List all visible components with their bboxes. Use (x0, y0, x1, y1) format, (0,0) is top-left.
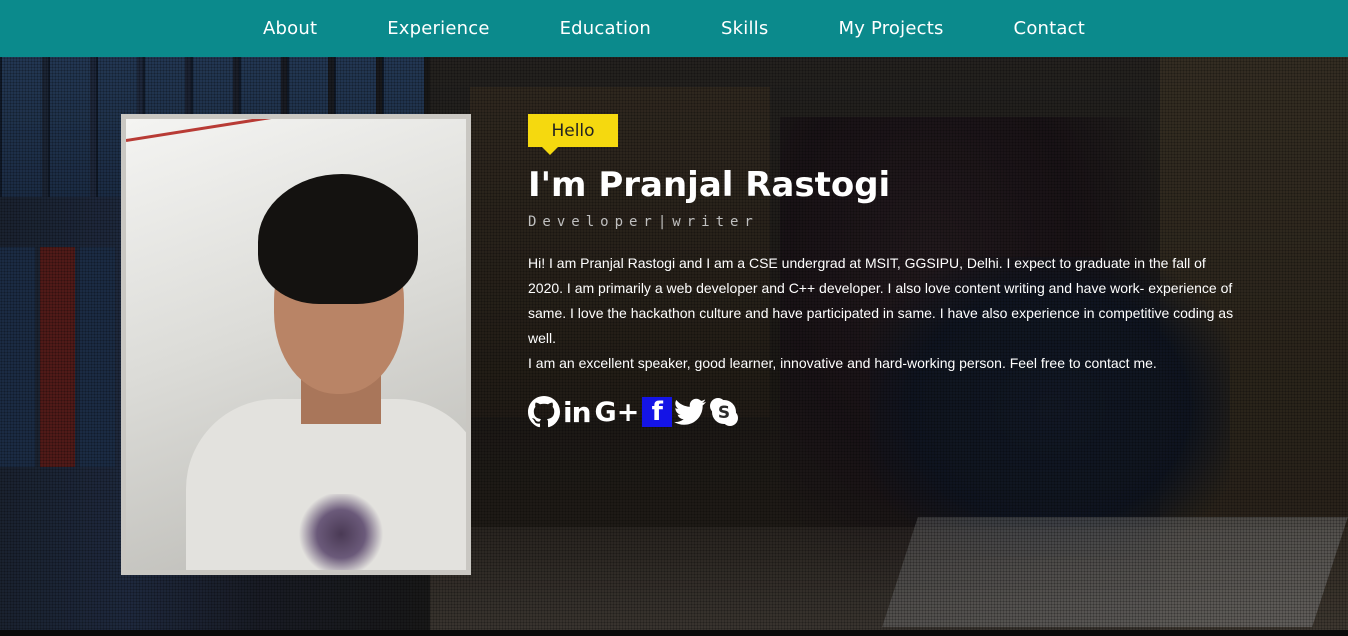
nav-item-education[interactable]: Education (525, 18, 686, 39)
nav-item-skills[interactable]: Skills (686, 18, 803, 39)
google-plus-icon[interactable]: G+ (594, 396, 641, 428)
nav-item-contact[interactable]: Contact (979, 18, 1120, 39)
social-links: in G+ f S (528, 396, 740, 429)
nav-item-my-projects[interactable]: My Projects (803, 18, 978, 39)
facebook-icon[interactable]: f (642, 397, 673, 427)
profile-role: Developer|writer (528, 214, 759, 230)
github-icon[interactable] (528, 396, 560, 428)
skype-icon[interactable]: S (708, 396, 740, 428)
profile-photo (121, 114, 471, 575)
top-nav: About Experience Education Skills My Pro… (0, 0, 1348, 57)
nav-item-experience[interactable]: Experience (352, 18, 524, 39)
linkedin-icon[interactable]: in (562, 396, 592, 429)
bio-paragraph: Hi! I am Pranjal Rastogi and I am a CSE … (528, 255, 1234, 346)
hello-badge: Hello (528, 114, 618, 155)
bottom-strip (0, 630, 1348, 636)
profile-name: I'm Pranjal Rastogi (528, 165, 891, 205)
profile-photo-image (126, 119, 466, 570)
nav-item-about[interactable]: About (228, 18, 352, 39)
nav-list: About Experience Education Skills My Pro… (228, 18, 1120, 39)
profile-bio: Hi! I am Pranjal Rastogi and I am a CSE … (528, 251, 1236, 376)
bio-paragraph: I am an excellent speaker, good learner,… (528, 355, 1157, 371)
svg-text:S: S (718, 403, 730, 423)
twitter-icon[interactable] (674, 396, 707, 428)
